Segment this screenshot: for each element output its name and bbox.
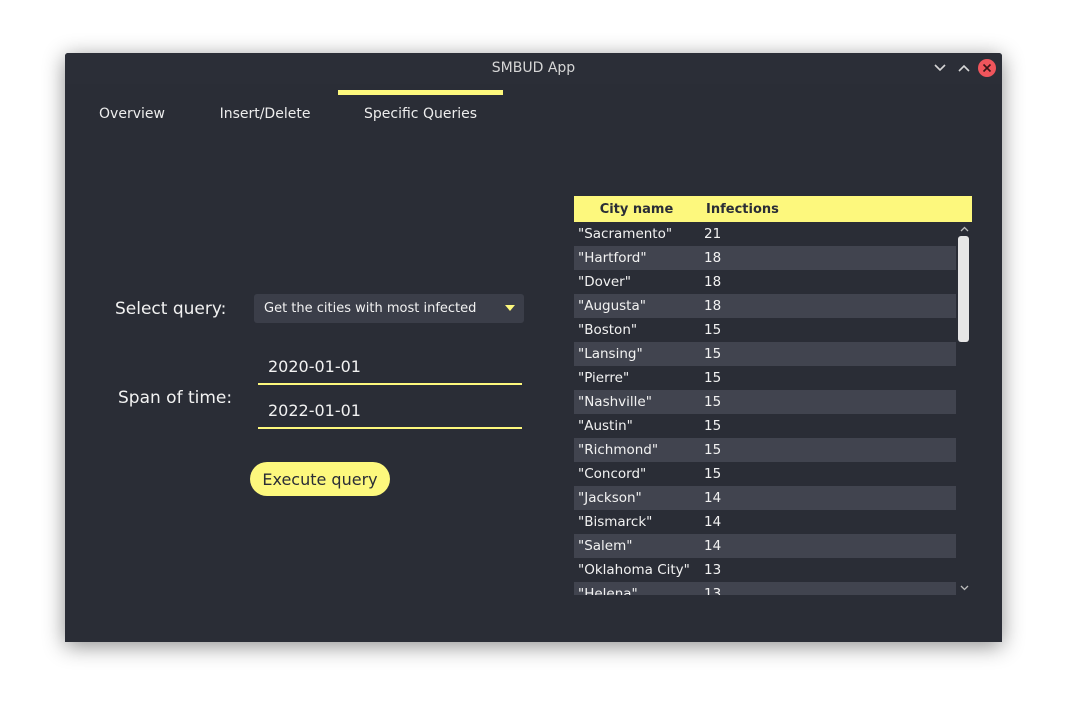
- execute-query-button[interactable]: Execute query: [250, 462, 390, 496]
- cell-infections: 18: [704, 298, 722, 314]
- column-header-city[interactable]: City name: [574, 202, 699, 217]
- table-row[interactable]: "Helena" 13: [574, 582, 956, 595]
- cell-infections: 18: [704, 274, 722, 290]
- cell-infections: 15: [704, 466, 722, 482]
- start-date-field[interactable]: [258, 353, 522, 385]
- end-date-field[interactable]: [258, 397, 522, 429]
- cell-city-name: "Hartford": [578, 250, 647, 266]
- chevron-down-icon: [960, 585, 968, 591]
- cell-infections: 15: [704, 418, 722, 434]
- table-row[interactable]: "Bismarck" 14: [574, 510, 956, 534]
- table-row[interactable]: "Hartford" 18: [574, 246, 956, 270]
- table-row[interactable]: "Dover" 18: [574, 270, 956, 294]
- cell-infections: 13: [704, 586, 722, 595]
- scroll-up-button[interactable]: [956, 223, 972, 235]
- cell-city-name: "Boston": [578, 322, 638, 338]
- cell-infections: 13: [704, 562, 722, 578]
- cell-city-name: "Jackson": [578, 490, 642, 506]
- cell-city-name: "Oklahoma City": [578, 562, 690, 578]
- tab-overview[interactable]: Overview: [91, 84, 173, 144]
- table-row[interactable]: "Augusta" 18: [574, 294, 956, 318]
- table-row[interactable]: "Nashville" 15: [574, 390, 956, 414]
- close-icon: [982, 63, 992, 73]
- app-window: SMBUD App Overview Insert/Delete Specifi…: [65, 53, 1002, 642]
- cell-infections: 14: [704, 538, 722, 554]
- table-row[interactable]: "Lansing" 15: [574, 342, 956, 366]
- maximize-button[interactable]: [955, 59, 973, 77]
- scrollbar-thumb[interactable]: [958, 236, 969, 342]
- minimize-button[interactable]: [931, 59, 949, 77]
- table-row[interactable]: "Concord" 15: [574, 462, 956, 486]
- cell-city-name: "Salem": [578, 538, 633, 554]
- cell-city-name: "Lansing": [578, 346, 643, 362]
- cell-city-name: "Richmond": [578, 442, 659, 458]
- dropdown-arrow-icon: [505, 305, 515, 311]
- cell-infections: 15: [704, 442, 722, 458]
- table-row[interactable]: "Salem" 14: [574, 534, 956, 558]
- table-body[interactable]: "Sacramento" 21 "Hartford" 18 "Dover" 18 "Augu…: [574, 222, 956, 595]
- span-of-time-label: Span of time:: [118, 388, 233, 408]
- select-query-label: Select query:: [115, 299, 227, 319]
- chevron-up-icon: [958, 64, 970, 72]
- cell-infections: 18: [704, 250, 722, 266]
- tab-insert-delete[interactable]: Insert/Delete: [215, 84, 315, 144]
- query-select-value: Get the cities with most infected: [264, 301, 477, 316]
- table-row[interactable]: "Austin" 15: [574, 414, 956, 438]
- scroll-down-button[interactable]: [956, 582, 972, 594]
- cell-infections: 14: [704, 490, 722, 506]
- table-header: City name Infections: [574, 196, 972, 222]
- cell-city-name: "Sacramento": [578, 226, 673, 242]
- cell-city-name: "Austin": [578, 418, 633, 434]
- table-row[interactable]: "Boston" 15: [574, 318, 956, 342]
- cell-infections: 14: [704, 514, 722, 530]
- cell-city-name: "Augusta": [578, 298, 646, 314]
- cell-infections: 15: [704, 322, 722, 338]
- cell-city-name: "Concord": [578, 466, 647, 482]
- cell-city-name: "Nashville": [578, 394, 652, 410]
- cell-city-name: "Helena": [578, 586, 638, 595]
- title-bar[interactable]: SMBUD App: [65, 53, 1002, 84]
- chevron-up-icon: [960, 226, 968, 232]
- table-row[interactable]: "Jackson" 14: [574, 486, 956, 510]
- tab-specific-queries[interactable]: Specific Queries: [338, 84, 503, 144]
- cell-city-name: "Dover": [578, 274, 631, 290]
- results-table: City name Infections "Sacramento" 21 "Hart…: [574, 196, 972, 595]
- cell-infections: 15: [704, 394, 722, 410]
- tab-bar: Overview Insert/Delete Specific Queries: [65, 84, 1002, 144]
- cell-infections: 21: [704, 226, 722, 242]
- table-row[interactable]: "Pierre" 15: [574, 366, 956, 390]
- chevron-down-icon: [934, 64, 946, 72]
- cell-infections: 15: [704, 370, 722, 386]
- cell-infections: 15: [704, 346, 722, 362]
- column-header-infections[interactable]: Infections: [706, 202, 779, 217]
- table-row[interactable]: "Sacramento" 21: [574, 222, 956, 246]
- table-row[interactable]: "Richmond" 15: [574, 438, 956, 462]
- query-select[interactable]: Get the cities with most infected: [254, 294, 524, 323]
- cell-city-name: "Bismarck": [578, 514, 653, 530]
- close-button[interactable]: [978, 59, 996, 77]
- window-title: SMBUD App: [491, 60, 576, 76]
- vertical-scrollbar[interactable]: [956, 222, 972, 595]
- table-row[interactable]: "Oklahoma City" 13: [574, 558, 956, 582]
- cell-city-name: "Pierre": [578, 370, 630, 386]
